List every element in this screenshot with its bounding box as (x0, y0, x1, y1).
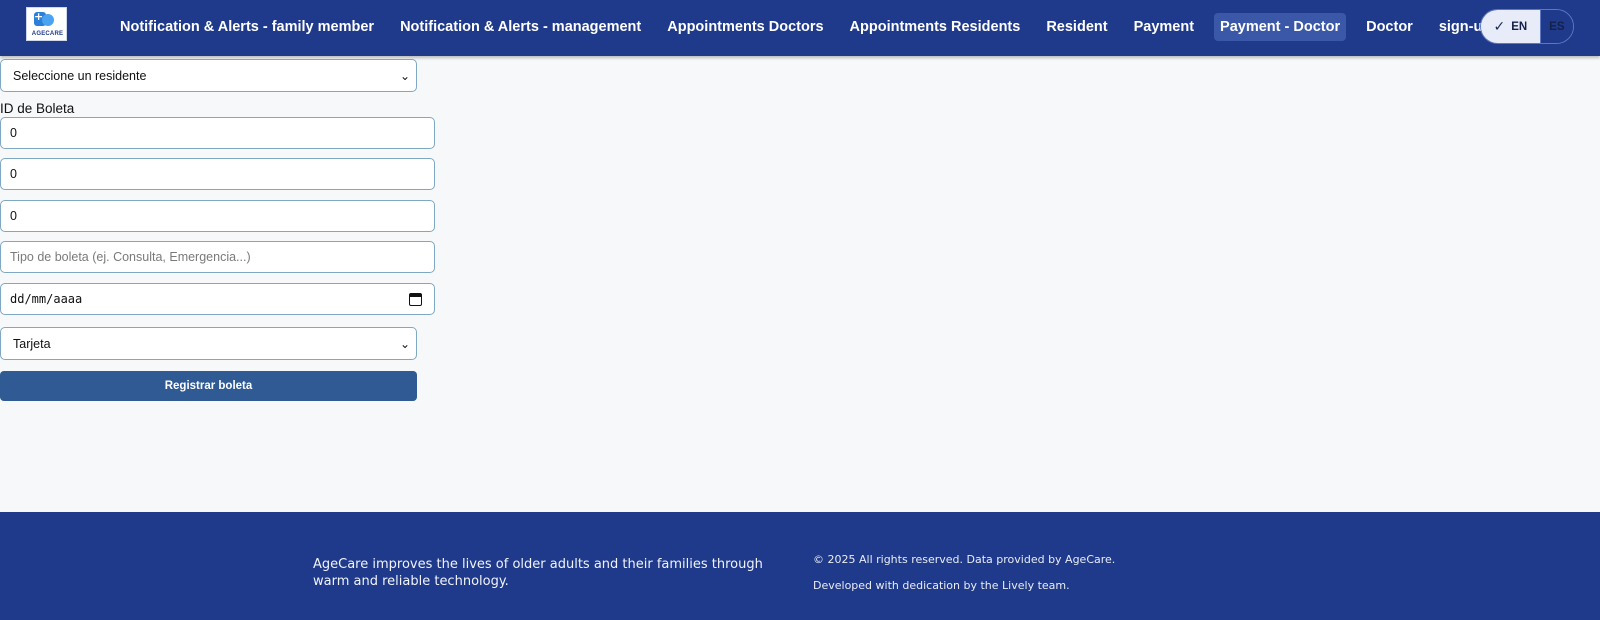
nav-payment-doctor[interactable]: Payment - Doctor (1214, 13, 1347, 41)
resident-select[interactable]: Seleccione un residente ⌄ (0, 59, 417, 92)
boleta-type-placeholder: Tipo de boleta (ej. Consulta, Emergencia… (10, 250, 251, 264)
check-icon: ✓ (1493, 18, 1506, 35)
numeric-input-2-value: 0 (10, 167, 17, 181)
nav-payment[interactable]: Payment (1128, 13, 1200, 41)
payment-method-select[interactable]: Tarjeta ⌄ (0, 327, 417, 360)
nav-appointments-doctors[interactable]: Appointments Doctors (661, 13, 829, 41)
resident-select-value: Seleccione un residente (13, 68, 147, 83)
register-boleta-button[interactable]: Registrar boleta (0, 371, 417, 401)
footer-copyright: © 2025 All rights reserved. Data provide… (813, 553, 1116, 566)
chevron-down-icon: ⌄ (399, 69, 410, 83)
numeric-input-2[interactable]: 0 (0, 158, 435, 190)
nav-resident[interactable]: Resident (1040, 13, 1113, 41)
footer-credit: Developed with dedication by the Lively … (813, 579, 1070, 592)
footer-about-text: AgeCare improves the lives of older adul… (313, 557, 763, 589)
language-es-button[interactable]: ES (1539, 10, 1573, 43)
date-input[interactable]: dd/mm/aaaa (0, 283, 435, 315)
calendar-icon[interactable] (409, 293, 422, 306)
language-es-label: ES (1549, 20, 1565, 33)
main-nav: Notification & Alerts - family member No… (114, 12, 1585, 42)
date-placeholder: dd/mm/aaaa (10, 292, 83, 306)
plus-icon: + (34, 10, 44, 23)
logo-mark-right (42, 14, 54, 26)
numeric-input-3[interactable]: 0 (0, 200, 435, 232)
top-navbar: + AGECARE Notification & Alerts - family… (0, 0, 1600, 56)
logo-wordmark: AGECARE (31, 31, 64, 37)
agecare-logo[interactable]: + AGECARE (26, 7, 67, 41)
nav-doctor[interactable]: Doctor (1360, 13, 1419, 41)
boleta-id-label: ID de Boleta (0, 101, 75, 116)
payment-method-value: Tarjeta (13, 336, 51, 351)
language-toggle: ✓ EN ES (1480, 9, 1574, 44)
nav-notifications-family[interactable]: Notification & Alerts - family member (114, 13, 380, 41)
boleta-id-input[interactable]: 0 (0, 117, 435, 149)
boleta-type-input[interactable]: Tipo de boleta (ej. Consulta, Emergencia… (0, 241, 435, 273)
numeric-input-3-value: 0 (10, 209, 17, 223)
chevron-down-icon: ⌄ (399, 337, 410, 351)
boleta-id-value: 0 (10, 126, 17, 140)
language-en-label: EN (1511, 20, 1528, 33)
footer: AgeCare improves the lives of older adul… (0, 512, 1600, 620)
language-en-button[interactable]: ✓ EN (1481, 10, 1540, 43)
nav-appointments-residents[interactable]: Appointments Residents (844, 13, 1027, 41)
nav-notifications-management[interactable]: Notification & Alerts - management (394, 13, 647, 41)
